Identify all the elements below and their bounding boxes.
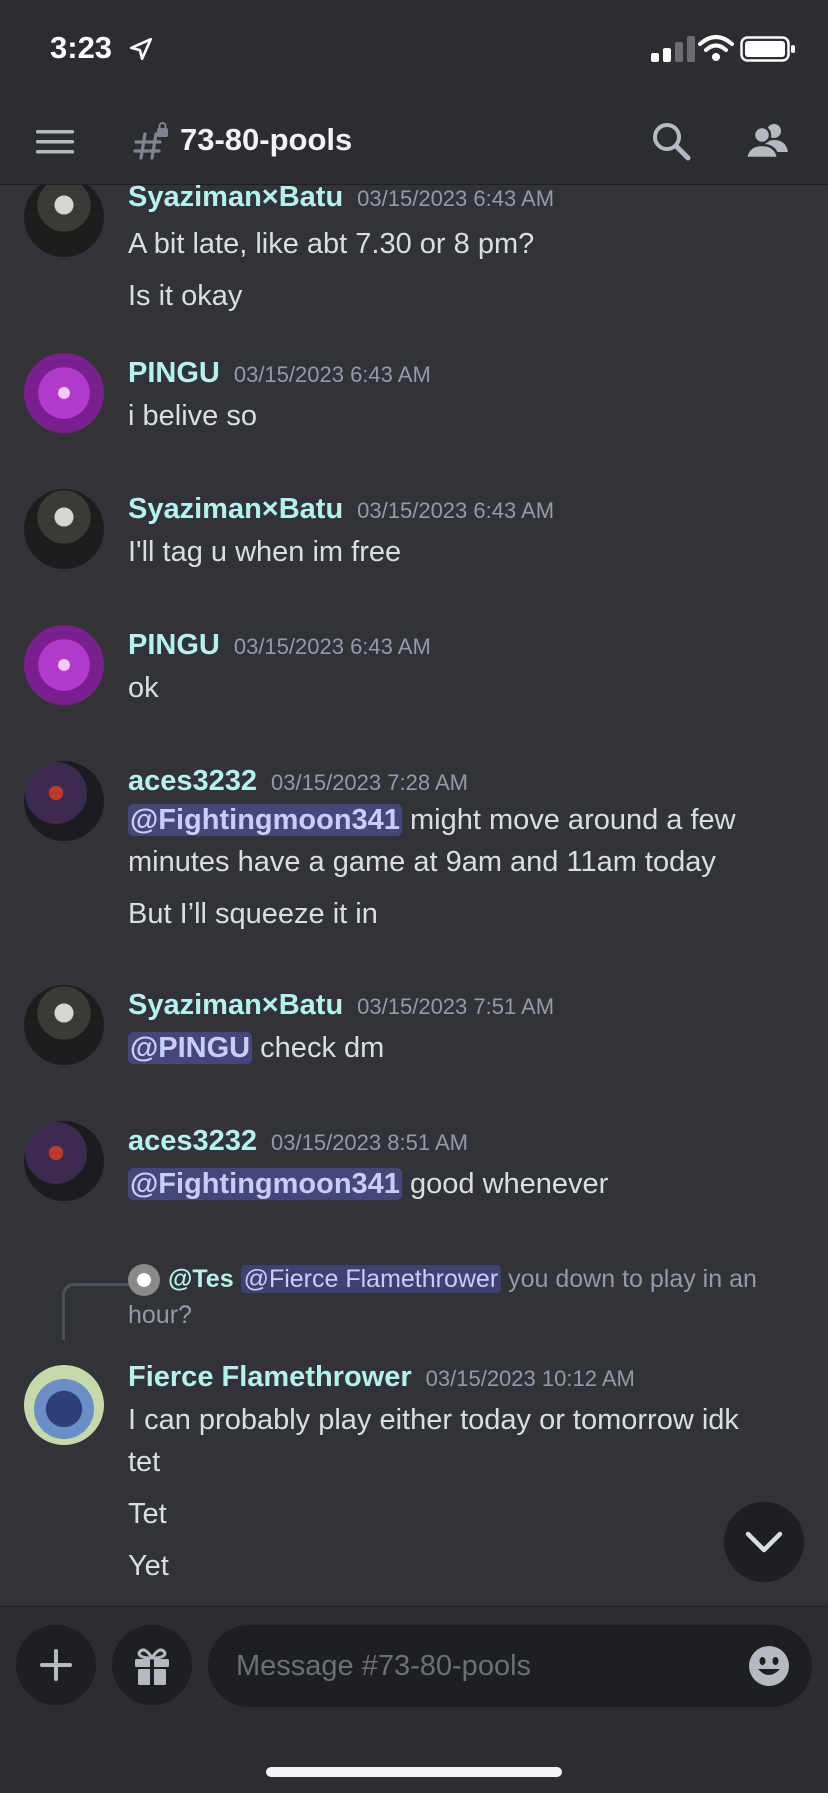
username[interactable]: Syaziman×Batu xyxy=(128,185,343,213)
reply-preview[interactable]: @Tes @Fierce Flamethrower you down to pl… xyxy=(128,1261,808,1333)
gift-button[interactable] xyxy=(112,1625,192,1705)
hamburger-icon[interactable] xyxy=(36,126,76,158)
username[interactable]: Syaziman×Batu xyxy=(128,989,343,1021)
message-text: minutes have a game at 9am and 11am toda… xyxy=(128,846,716,878)
message-header: aces3232 03/15/2023 7:28 AM xyxy=(128,765,468,798)
message-timestamp: 03/15/2023 7:28 AM xyxy=(271,770,468,795)
chevron-down-icon xyxy=(745,1531,783,1553)
reply-avatar xyxy=(128,1264,160,1297)
message-header: aces3232 03/15/2023 8:51 AM xyxy=(128,1125,468,1158)
avatar[interactable] xyxy=(24,625,104,705)
username[interactable]: aces3232 xyxy=(128,1125,257,1157)
search-icon[interactable] xyxy=(650,120,692,162)
message-text: But I’ll squeeze it in xyxy=(128,898,378,930)
channel-title: 73-80-pools xyxy=(180,122,353,157)
message-text: @PINGU check dm xyxy=(128,1032,385,1064)
message-timestamp: 03/15/2023 10:12 AM xyxy=(425,1366,635,1391)
message-text: ok xyxy=(128,672,159,704)
avatar[interactable] xyxy=(24,489,104,569)
message-timestamp: 03/15/2023 6:43 AM xyxy=(233,634,431,659)
username[interactable]: PINGU xyxy=(128,357,220,389)
message-text: I can probably play either today or tomo… xyxy=(128,1404,739,1436)
message-text: i belive so xyxy=(128,400,257,432)
reply-username[interactable]: @Tes xyxy=(168,1265,234,1293)
message-text: A bit late, like abt 7.30 or 8 pm? xyxy=(128,228,535,260)
status-time: 3:23 xyxy=(50,30,113,65)
username[interactable]: Syaziman×Batu xyxy=(128,493,343,525)
plus-icon xyxy=(40,1649,72,1681)
battery-icon xyxy=(740,36,795,62)
add-attachment-button[interactable] xyxy=(16,1625,96,1705)
user-mention[interactable]: @PINGU xyxy=(128,1032,253,1064)
locked-hash-icon xyxy=(133,122,168,160)
username[interactable]: PINGU xyxy=(128,629,220,661)
message-text: Yet xyxy=(128,1550,169,1582)
user-mention[interactable]: @Fightingmoon341 xyxy=(128,1168,402,1200)
home-indicator xyxy=(266,1767,562,1777)
message-header: Syaziman×Batu 03/15/2023 7:51 AM xyxy=(128,989,554,1022)
user-mention[interactable]: @Fierce Flamethrower xyxy=(240,1265,502,1293)
avatar[interactable] xyxy=(24,761,104,841)
username[interactable]: aces3232 xyxy=(128,765,257,797)
message-header: Fierce Flamethrower 03/15/2023 10:12 AM xyxy=(128,1361,635,1394)
message-text: Is it okay xyxy=(128,280,243,312)
message-header: PINGU 03/15/2023 6:43 AM xyxy=(128,357,431,390)
gift-icon xyxy=(135,1648,169,1685)
channel-header: 73-80-pools xyxy=(0,100,828,185)
message-text: tet xyxy=(128,1446,161,1478)
message-composer xyxy=(0,1606,828,1793)
message-timestamp: 03/15/2023 6:43 AM xyxy=(357,186,555,211)
message-text: @Fightingmoon341 good whenever xyxy=(128,1168,609,1200)
message-text: Tet xyxy=(128,1498,167,1530)
emoji-icon[interactable] xyxy=(748,1645,790,1687)
username[interactable]: Fierce Flamethrower xyxy=(128,1361,412,1393)
status-bar: 3:23 xyxy=(0,0,828,100)
avatar[interactable] xyxy=(24,185,104,257)
wifi-icon xyxy=(698,35,734,61)
message-text: @Fightingmoon341 might move around a few xyxy=(128,804,736,836)
message-timestamp: 03/15/2023 6:43 AM xyxy=(233,362,431,387)
message-timestamp: 03/15/2023 8:51 AM xyxy=(271,1130,468,1155)
avatar[interactable] xyxy=(24,353,104,433)
message-timestamp: 03/15/2023 7:51 AM xyxy=(357,994,555,1019)
avatar[interactable] xyxy=(24,1121,104,1201)
message-text: I'll tag u when im free xyxy=(128,536,402,568)
message-header: PINGU 03/15/2023 6:43 AM xyxy=(128,629,431,662)
cellular-signal-icon xyxy=(651,36,695,62)
reply-connector xyxy=(62,1283,129,1340)
location-arrow-icon xyxy=(129,37,153,61)
message-header: Syaziman×Batu 03/15/2023 6:43 AM xyxy=(128,185,554,214)
message-input[interactable] xyxy=(208,1625,812,1707)
user-mention[interactable]: @Fightingmoon341 xyxy=(128,804,402,836)
members-icon[interactable] xyxy=(744,120,790,162)
jump-to-present-button[interactable] xyxy=(724,1502,804,1582)
message-timestamp: 03/15/2023 6:43 AM xyxy=(357,498,555,523)
avatar[interactable] xyxy=(24,1365,104,1445)
message-list[interactable]: Syaziman×Batu 03/15/2023 6:43 AM A bit la… xyxy=(0,185,828,1605)
message-header: Syaziman×Batu 03/15/2023 6:43 AM xyxy=(128,493,554,526)
avatar[interactable] xyxy=(24,985,104,1065)
